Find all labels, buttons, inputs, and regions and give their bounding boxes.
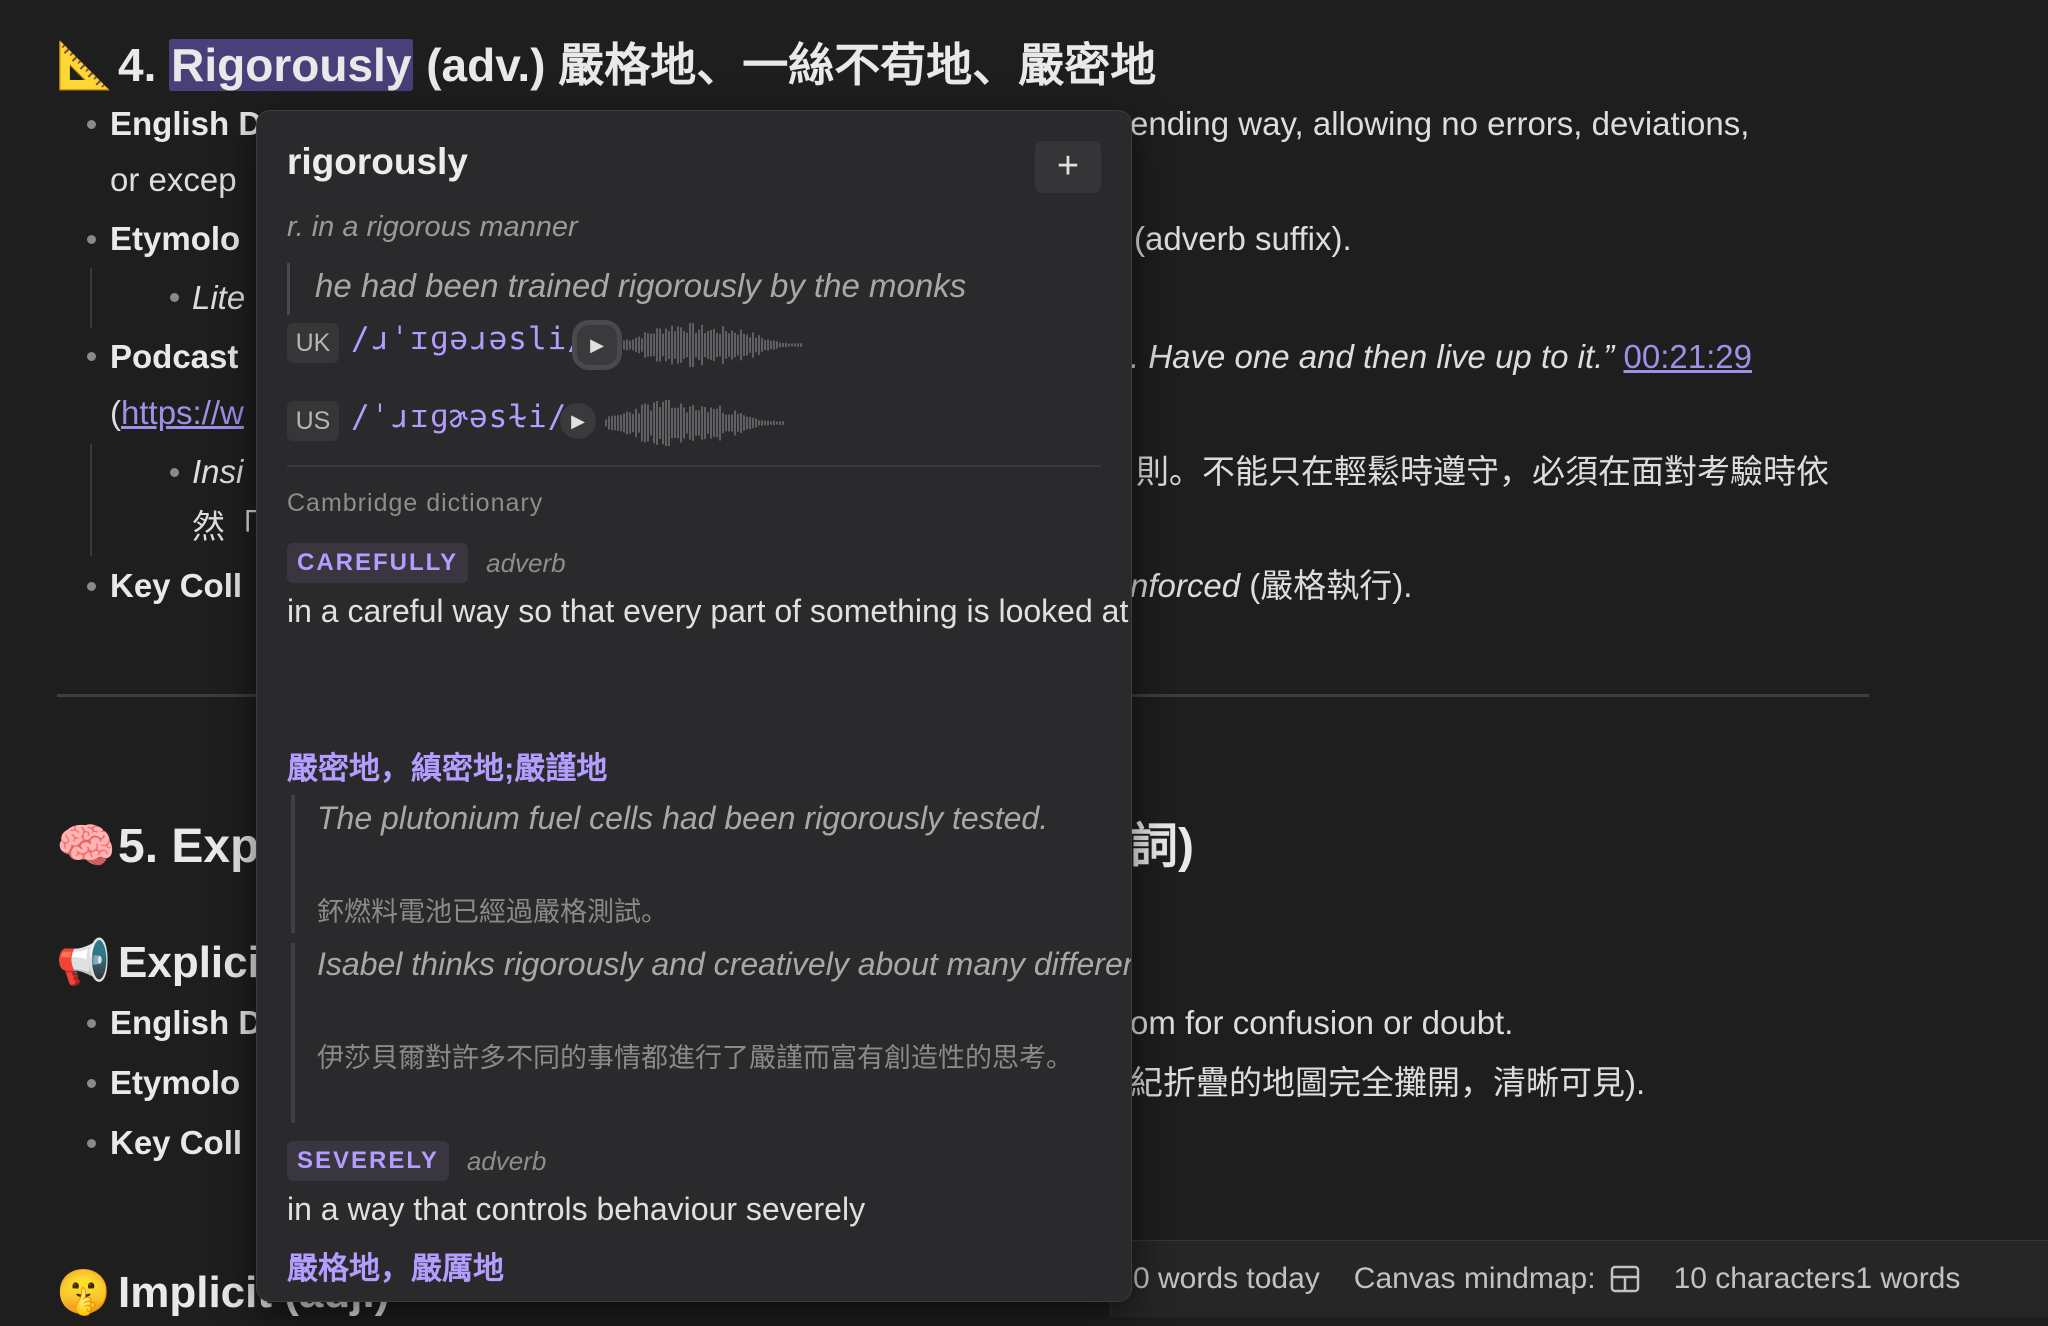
podcast-url-link[interactable]: https://w xyxy=(121,394,244,431)
quote-bar xyxy=(287,263,290,315)
indent-guide xyxy=(90,268,92,328)
heading-rest: (adv.) 嚴格地、一絲不苟地、嚴密地 xyxy=(426,39,1157,91)
us-ipa: /ˈɹɪɡɚəsɫi/ xyxy=(351,399,568,435)
heading-explicit: 📢 Explici xyxy=(56,930,260,996)
example-en: The plutonium fuel cells had been rigoro… xyxy=(317,800,1049,836)
explicit-english-tail: om for confusion or doubt. xyxy=(1130,1004,1514,1041)
heading-number: 4. xyxy=(118,39,157,91)
collocation-italic: nforced xyxy=(1130,567,1241,604)
selected-word[interactable]: Rigorously xyxy=(169,39,414,91)
example-en: Isabel thinks rigorously and creatively … xyxy=(317,946,1131,982)
sense-definition: in a careful way so that every part of s… xyxy=(287,593,1131,629)
heading-section-5: 🧠5. Exp xyxy=(56,812,259,882)
line-label: Podcast xyxy=(110,338,239,375)
popup-word: rigorously xyxy=(287,141,468,182)
podcast-quote-tail: . Have one and then live up to it.” 00:2… xyxy=(1130,331,1752,383)
bullet xyxy=(87,235,96,244)
shushing-face-icon: 🤫 xyxy=(56,1268,111,1317)
line-label: English D xyxy=(110,1004,263,1041)
bullet xyxy=(87,1139,96,1148)
example-zh: 鈈燃料電池已經過嚴格測試。 xyxy=(317,897,668,927)
part-of-speech: adverb xyxy=(466,1145,547,1176)
indent-guide xyxy=(90,444,92,556)
sense-translation: 嚴格地，嚴厲地 xyxy=(287,1251,504,1286)
bullet xyxy=(170,293,179,302)
explicit-etymology-line: Etymolo xyxy=(110,1057,240,1109)
etymology-line: Etymolo xyxy=(110,213,240,265)
insight-cont: 然「 xyxy=(192,508,258,545)
us-waveform-icon xyxy=(603,395,793,456)
english-definition-tail: ending way, allowing no errors, deviatio… xyxy=(1130,105,1750,142)
us-tag: US xyxy=(287,401,339,441)
uk-waveform-icon xyxy=(621,317,811,378)
sense-header: SEVERELY adverb xyxy=(287,1141,546,1181)
bullet xyxy=(170,468,179,477)
words-today[interactable]: 0 words today xyxy=(1133,1262,1320,1296)
char-word-count: 10 characters1 words xyxy=(1674,1262,1961,1296)
part-of-speech: adverb xyxy=(486,547,566,578)
triangle-ruler-icon: 📐 xyxy=(56,39,114,91)
status-bar: 0 words today Canvas mindmap: 10 charact… xyxy=(1110,1240,2048,1317)
example-bar xyxy=(291,795,295,933)
short-definition: r. in a rigorous manner xyxy=(287,211,578,243)
words-today-text: 0 words today xyxy=(1133,1262,1320,1295)
canvas-mindmap-label: Canvas mindmap: xyxy=(1353,1262,1596,1295)
megaphone-icon: 📢 xyxy=(56,938,111,987)
collocations-tail: nforced (嚴格執行). xyxy=(1130,560,1412,612)
heading-rigorously: 📐 4. Rigorously (adv.) 嚴格地、一絲不苟地、嚴密地 xyxy=(56,30,1156,100)
bullet xyxy=(87,1079,96,1088)
line-label: Etymolo xyxy=(110,1064,241,1101)
paren: ( xyxy=(110,394,121,431)
usage-example: he had been trained rigorously by the mo… xyxy=(315,267,967,304)
heading-text: 5. Exp xyxy=(118,820,260,873)
english-definition-line: English D xyxy=(110,98,262,150)
bullet xyxy=(87,120,96,129)
sense-tag: CAREFULLY xyxy=(287,543,469,583)
etymology-tail: (adverb suffix). xyxy=(1134,220,1352,257)
collocations-line: Key Coll xyxy=(110,560,242,612)
explicit-etymology-tail: 紀折疊的地圖完全攤開，清晰可見). xyxy=(1130,1064,1646,1101)
layout-icon[interactable] xyxy=(1610,1265,1640,1293)
bullet xyxy=(87,352,96,361)
bullet xyxy=(87,582,96,591)
explicit-collocations-line: Key Coll xyxy=(110,1117,242,1169)
sense-definition: in a way that controls behaviour severel… xyxy=(287,1191,866,1227)
sense-tag: SEVERELY xyxy=(287,1141,449,1181)
heading-text: Explici xyxy=(118,938,260,987)
brain-icon: 🧠 xyxy=(56,820,116,873)
literal-line: Lite xyxy=(192,279,246,316)
add-word-button[interactable]: + xyxy=(1035,141,1101,193)
line-label: English D xyxy=(110,105,263,142)
canvas-mindmap[interactable]: Canvas mindmap: xyxy=(1354,1262,1640,1296)
podcast-quote: . Have one and then live up to it.” xyxy=(1130,338,1615,375)
uk-ipa: /ɹˈɪɡəɹəsli/ xyxy=(351,321,587,357)
podcast-link-line: (https://w xyxy=(110,387,244,439)
dictionary-popup: rigorously + r. in a rigorous manner he … xyxy=(256,110,1132,1302)
sense-header: CAREFULLY adverb xyxy=(287,543,566,583)
collocation-gloss: (嚴格執行). xyxy=(1240,567,1413,604)
explicit-english-line: English D xyxy=(110,997,262,1049)
timestamp-link[interactable]: 00:21:29 xyxy=(1623,338,1751,375)
english-definition-cont: or excep xyxy=(110,161,237,198)
bullet xyxy=(87,1019,96,1028)
insight-tail: 則。不能只在輕鬆時遵守，必須在面對考驗時依 xyxy=(1136,453,1829,490)
uk-tag: UK xyxy=(287,323,339,363)
play-icon: ▶ xyxy=(571,411,585,431)
line-label: Etymolo xyxy=(110,220,241,257)
heading-section-5-tail: 詞) xyxy=(1130,820,1194,873)
char-word-count-text: 10 characters1 words xyxy=(1673,1262,1961,1295)
dictionary-source: Cambridge dictionary xyxy=(287,489,544,517)
podcast-line: Podcast xyxy=(110,331,238,383)
example-bar xyxy=(291,943,295,1123)
play-us-button[interactable]: ▶ xyxy=(560,403,596,439)
example-zh: 伊莎貝爾對許多不同的事情都進行了嚴謹而富有創造性的思考。 xyxy=(317,1043,1073,1073)
line-label: Key Coll xyxy=(110,1124,243,1161)
play-uk-button[interactable]: ▶ xyxy=(577,325,617,365)
sense-translation: 嚴密地，縝密地;嚴謹地 xyxy=(287,751,608,786)
insight-line: Insi xyxy=(192,453,244,490)
play-icon: ▶ xyxy=(590,335,604,355)
line-label: Key Coll xyxy=(110,567,243,604)
popup-divider xyxy=(287,465,1101,467)
